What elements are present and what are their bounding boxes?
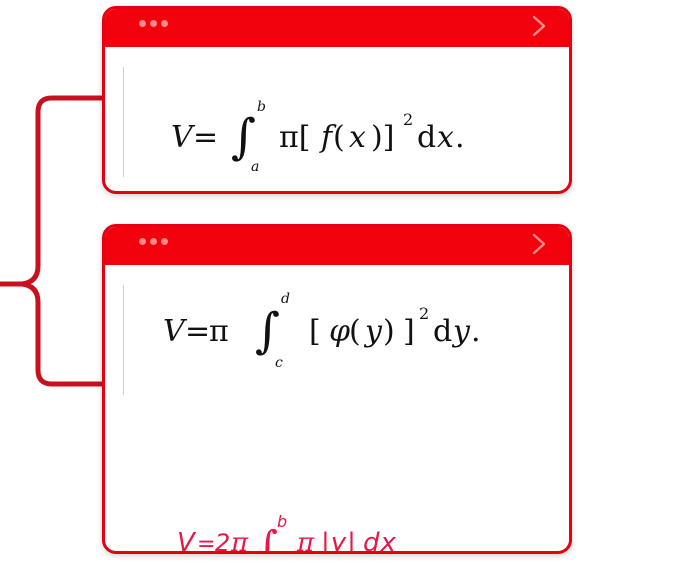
- svg-text:=: =: [197, 532, 216, 554]
- svg-text:π: π: [230, 528, 249, 554]
- svg-text:.: .: [455, 120, 465, 155]
- formula-disk-method-y: V = π ∫ d c [ φ ( y ) ] 2 d y .: [163, 283, 553, 382]
- svg-text:2: 2: [215, 529, 231, 554]
- svg-text:.: .: [471, 314, 481, 349]
- svg-text:2: 2: [419, 304, 429, 323]
- svg-text:=: =: [193, 120, 218, 155]
- svg-text:d: d: [281, 291, 290, 307]
- dots-icon: [139, 238, 168, 245]
- card-body: V = π ∫ d c [ φ ( y ) ] 2 d y . V = 2 π …: [105, 265, 569, 551]
- formula-render: V = π ∫ d c [ φ ( y ) ] 2 d y .: [163, 291, 481, 371]
- canvas: V = ∫ b a π[ f ( x )] 2 d x . V = π ∫ d …: [0, 0, 696, 588]
- svg-text:y: y: [363, 314, 383, 349]
- svg-text:x: x: [349, 120, 366, 155]
- divider: [123, 285, 124, 395]
- divider: [123, 67, 124, 177]
- svg-text:π: π: [296, 528, 315, 554]
- svg-text:(: (: [349, 314, 361, 349]
- svg-text:∫: ∫: [255, 303, 280, 359]
- svg-text:π[: π[: [279, 120, 310, 155]
- formula-card-1: V = ∫ b a π[ f ( x )] 2 d x .: [102, 6, 572, 194]
- svg-text:π: π: [209, 314, 229, 349]
- svg-text:c: c: [275, 355, 283, 371]
- chevron-right-icon[interactable]: [527, 14, 551, 38]
- svg-text:y: y: [451, 314, 471, 349]
- svg-text:2: 2: [403, 110, 413, 129]
- svg-text:∫: ∫: [231, 109, 256, 165]
- svg-text:]: ]: [403, 314, 415, 349]
- chevron-right-icon[interactable]: [527, 232, 551, 256]
- dots-icon: [139, 20, 168, 27]
- svg-text:d: d: [417, 120, 436, 155]
- svg-text:b: b: [277, 512, 288, 531]
- svg-text:∫: ∫: [257, 523, 279, 554]
- card-header: [105, 9, 569, 47]
- formula-card-2: V = π ∫ d c [ φ ( y ) ] 2 d y . V = 2 π …: [102, 224, 572, 554]
- handwritten-note: V = 2 π ∫ b a π |y| dx: [177, 509, 427, 554]
- svg-text:b: b: [257, 99, 266, 115]
- svg-text:dx: dx: [363, 528, 397, 554]
- card-header: [105, 227, 569, 265]
- svg-text:|y|: |y|: [321, 528, 357, 554]
- svg-text:d: d: [433, 314, 452, 349]
- formula-disk-method-x: V = ∫ b a π[ f ( x )] 2 d x .: [171, 95, 551, 182]
- svg-text:V: V: [177, 528, 197, 554]
- svg-text:): ): [383, 314, 395, 349]
- svg-text:(: (: [333, 120, 345, 155]
- svg-text:a: a: [251, 159, 259, 175]
- svg-text:x: x: [437, 120, 454, 155]
- formula-render: V = ∫ b a π[ f ( x )] 2 d x .: [171, 99, 465, 175]
- svg-text:=: =: [185, 314, 210, 349]
- svg-text:a: a: [273, 553, 285, 554]
- svg-text:[: [: [309, 314, 321, 349]
- svg-text:)]: )]: [371, 120, 394, 155]
- svg-text:φ: φ: [329, 314, 350, 349]
- card-body: V = ∫ b a π[ f ( x )] 2 d x .: [105, 47, 569, 191]
- handwriting-render: V = 2 π ∫ b a π |y| dx: [177, 512, 397, 554]
